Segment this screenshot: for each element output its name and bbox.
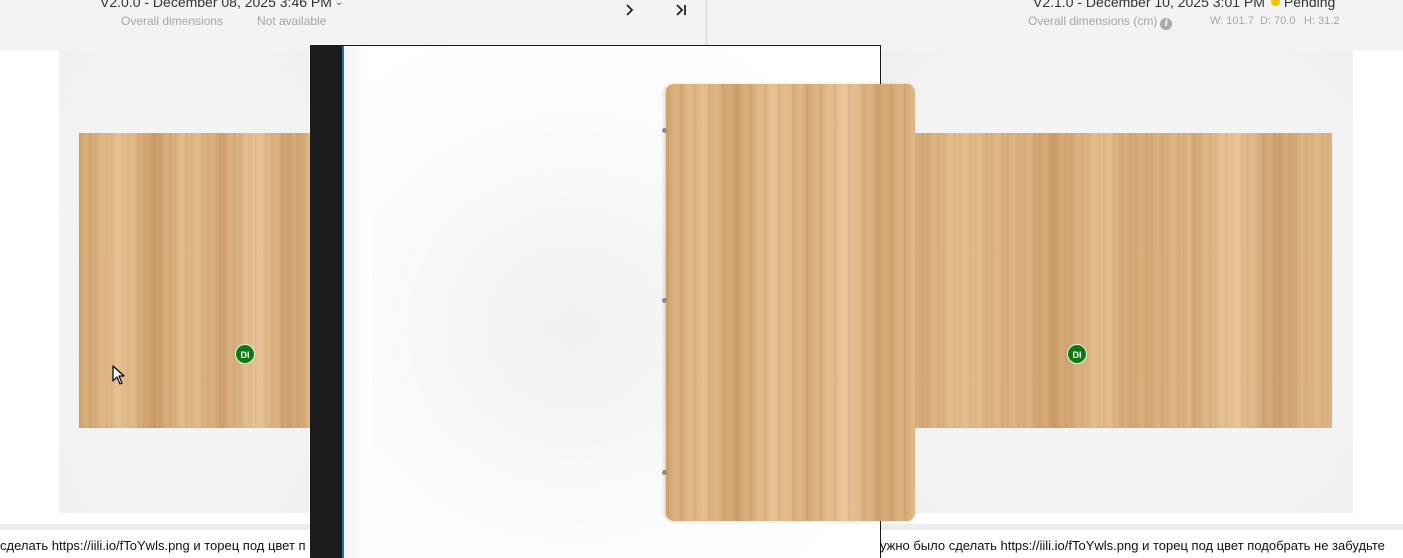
left-version-label: V2.0.0 - December 08, 2025 3:46 PM (100, 0, 332, 10)
next-button[interactable] (618, 2, 640, 22)
reference-image-popup[interactable] (310, 45, 915, 558)
chevron-right-icon (626, 4, 634, 16)
right-comment-marker[interactable]: DI (1067, 344, 1087, 364)
status-label: Pending (1283, 0, 1336, 10)
comparison-view: V2.0.0 - December 08, 2025 3:46 PM ⌄ Over… (0, 0, 1403, 558)
right-dimensions-label: Overall dimensions (cm) i (1028, 14, 1173, 30)
right-version-selector[interactable]: V2.1.0 - December 10, 2025 3:01 PM Pendin… (1033, 0, 1335, 10)
depth-value: D: 70.0 (1260, 15, 1296, 27)
info-icon[interactable]: i (1160, 18, 1173, 30)
right-version-header: V2.1.0 - December 10, 2025 3:01 PM Pendin… (707, 0, 1403, 50)
hinge-dot (662, 128, 667, 133)
right-dimensions-text: Overall dimensions (cm) (1028, 14, 1158, 28)
right-wood-panel-image (911, 133, 1332, 428)
wood-door-panel-image (666, 84, 915, 521)
left-dimensions-value: Not available (257, 14, 327, 28)
status-dot-icon (1270, 0, 1280, 6)
left-comment-marker[interactable]: DI (235, 344, 255, 364)
right-comment-text: ужно было сделать https://iili.io/fToYwl… (880, 538, 1385, 553)
last-button[interactable] (670, 2, 692, 22)
popup-image-stage (372, 46, 915, 558)
left-comment-text: сделать https://iili.io/fToYwls.png и то… (0, 538, 306, 553)
left-version-header: V2.0.0 - December 08, 2025 3:46 PM ⌄ Over… (0, 0, 706, 50)
width-value: W: 101.7 (1210, 15, 1254, 27)
hinge-dot (662, 298, 667, 303)
hinge-dot (662, 470, 667, 475)
left-dimensions-label: Overall dimensions (121, 14, 224, 28)
height-value: H: 31.2 (1304, 15, 1340, 27)
mouse-cursor-icon (112, 365, 125, 385)
right-comment-bar: ужно было сделать https://iili.io/fToYwl… (880, 524, 1403, 558)
popup-dark-strip (310, 46, 342, 558)
right-version-label: V2.1.0 - December 10, 2025 3:01 PM (1033, 0, 1265, 10)
left-comment-bar: сделать https://iili.io/fToYwls.png и то… (0, 524, 310, 558)
skip-to-end-icon (676, 4, 686, 16)
chevron-down-icon: ⌄ (334, 0, 344, 8)
popup-edge-fade (344, 46, 372, 558)
left-version-selector[interactable]: V2.0.0 - December 08, 2025 3:46 PM ⌄ (100, 0, 343, 10)
